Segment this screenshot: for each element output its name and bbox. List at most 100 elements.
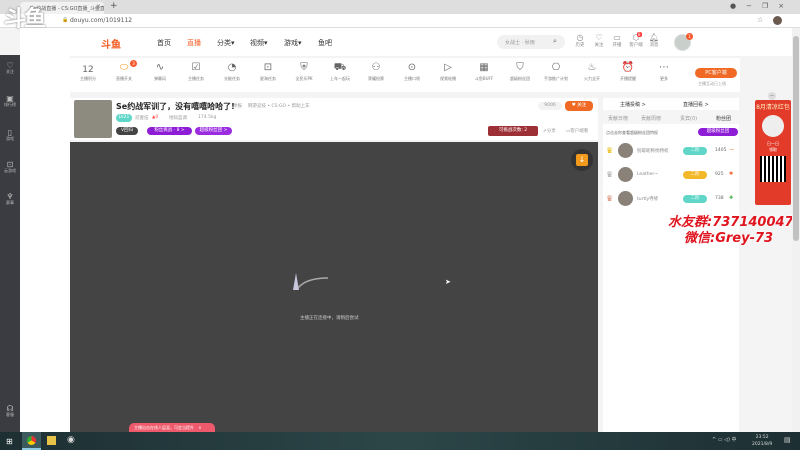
site-logo[interactable]: 斗鱼 xyxy=(101,36,121,51)
sidebar-item-cloud-games[interactable]: ⊡ 云游戏 xyxy=(0,161,20,174)
guild-name: 地狱蓝调 xyxy=(169,116,187,121)
video-player[interactable] xyxy=(70,142,598,432)
trend-icon: ✱ xyxy=(729,171,734,177)
sidebar-label: 客服 xyxy=(6,412,14,417)
fan-name: turtly寺修 xyxy=(637,197,659,202)
follower-count: 9006 xyxy=(538,102,562,110)
client-watch-button[interactable]: ▭客户端看 xyxy=(566,128,588,134)
page-scrollbar[interactable] xyxy=(792,28,800,432)
start-live-button[interactable]: ▭ 开播 xyxy=(607,34,627,50)
toolbar-item[interactable]: ⊡ 星海任务 xyxy=(251,62,285,82)
anchor-posts-tab[interactable]: 主播投稿 > xyxy=(620,101,646,108)
toolbar-item[interactable]: ∿ 弹幕风 xyxy=(143,62,177,82)
taskbar xyxy=(0,432,800,450)
toolbar-item[interactable]: ⚇ 荣耀抢票 xyxy=(359,62,393,82)
anchor-avatar[interactable] xyxy=(74,100,112,138)
tab-weekly[interactable]: 贡献周榜 xyxy=(641,115,661,122)
windows-start-icon[interactable]: ⊞ xyxy=(6,437,13,446)
toolbar-item[interactable]: ▦ 斗鱼BUFF xyxy=(467,62,501,82)
sidebar-item-events[interactable]: ♆ 赛事 xyxy=(0,193,20,206)
history-button[interactable]: ◷ 历史 xyxy=(570,34,590,50)
tab-vip[interactable]: 贵宾(0) xyxy=(680,115,697,122)
taskbar-app-icon[interactable] xyxy=(47,436,56,445)
scrollbar-thumb[interactable] xyxy=(793,36,799,241)
obs-icon[interactable]: ◉ xyxy=(67,435,75,445)
follow-label: 关注 xyxy=(577,103,587,108)
fan-avatar xyxy=(618,191,633,206)
client-button[interactable]: ⬡ 客户端 xyxy=(626,34,646,50)
super-fan-button[interactable]: 超级粉丝团 xyxy=(698,128,738,136)
toolbar-item-icon: ⛉ xyxy=(516,62,524,73)
sidebar-item-ranking[interactable]: ▣ 排行榜 xyxy=(0,95,20,108)
crown-icon: ♛ xyxy=(606,146,614,155)
banner-button: 领取 xyxy=(769,147,777,152)
tab-close-icon[interactable]: × xyxy=(96,3,101,10)
sidebar-item-games[interactable]: ▯ 游戏 xyxy=(0,129,20,142)
nav-category[interactable]: 分类▾ xyxy=(217,38,235,48)
pc-client-button[interactable]: PC客户端 xyxy=(695,68,737,78)
follow-button[interactable]: ♥ 关注 xyxy=(565,101,593,111)
toolbar-item[interactable]: ⎔ 手游推广计划 xyxy=(539,62,573,82)
star-icon[interactable]: ☆ xyxy=(757,16,763,24)
download-button[interactable]: ↓ xyxy=(571,149,593,171)
toolbar-label: 上车一起玩 xyxy=(330,76,350,81)
promo-banner[interactable]: 8月清凉红包 日一日 领取 xyxy=(755,100,791,205)
avatar-badge: 1 xyxy=(686,33,693,40)
tab-fan-club[interactable]: 粉丝团 xyxy=(716,115,731,122)
rank-row[interactable]: ♛ Leather~ 二阶 925 ✱ xyxy=(605,166,735,186)
replay-tab[interactable]: 直播回看 > xyxy=(683,101,709,108)
crown-icon: ♛ xyxy=(606,194,614,203)
nav-video[interactable]: 视频▾ xyxy=(250,38,268,48)
chrome-icon xyxy=(27,436,36,445)
toolbar-score[interactable]: 12 主播积分 xyxy=(71,62,105,82)
nav-yuba[interactable]: 鱼吧 xyxy=(318,38,332,48)
notification-icon[interactable]: ▤ xyxy=(784,436,791,444)
room-category[interactable]: 网游竞技 • CS:GO • 帮助上车 xyxy=(248,103,310,109)
profile-icon[interactable] xyxy=(773,16,782,25)
toolbar-item[interactable]: ⛨ 全民乐PK xyxy=(287,62,321,82)
toolbar-item[interactable]: ☑ 主播任务 xyxy=(179,62,213,82)
toolbar-label: 超级粉丝团 xyxy=(510,76,530,81)
fan-avatar xyxy=(618,143,633,158)
search-icon[interactable]: ⌕ xyxy=(553,37,557,46)
window-controls[interactable]: ●−❐× xyxy=(730,2,794,10)
nav-home[interactable]: 首页 xyxy=(157,38,171,48)
toolbar-item[interactable]: ▷ 视频轮播 xyxy=(431,62,465,82)
url-input[interactable]: douyu.com/1019112 xyxy=(70,17,132,24)
share-button[interactable]: ⇗分享 xyxy=(543,128,556,134)
new-tab-button[interactable]: + xyxy=(110,1,118,11)
super-fan-badge[interactable]: 超级粉丝团 > xyxy=(195,127,232,135)
trend-icon: ✚ xyxy=(729,195,734,201)
clock[interactable]: 23:52 2021/8/9 xyxy=(752,434,772,448)
report-link[interactable]: 举报 xyxy=(233,103,242,109)
toast-text: 主播出击在线人层混，可会当提升 xyxy=(134,425,194,430)
fan-challenge-badge[interactable]: 粉丝挑战 · 8 > xyxy=(147,127,192,135)
vip-badge[interactable]: V回归 xyxy=(116,127,138,135)
challenge-count[interactable]: 可挑战次数: 2 xyxy=(488,126,538,136)
nav-live[interactable]: 直播 xyxy=(187,38,201,48)
toolbar-item-icon: ⊡ xyxy=(263,62,273,73)
group-number: 水友群:737140047 xyxy=(668,215,794,230)
taskbar-chrome[interactable] xyxy=(22,432,41,450)
follow-button[interactable]: ♡ 关注 xyxy=(589,34,609,50)
toolbar-item[interactable]: ⛉ 超级粉丝团 xyxy=(503,62,537,82)
messages-button[interactable]: 🔔︎ 消息 xyxy=(644,34,664,50)
toolbar-item[interactable]: ♨ 火力全开 xyxy=(575,62,609,82)
toolbar-item[interactable]: ⏰ 开播提醒 xyxy=(611,62,645,82)
nav-games[interactable]: 游戏▾ xyxy=(284,38,302,48)
rank-row[interactable]: ♛ turtly寺修 二阶 738 ✚ xyxy=(605,190,735,210)
toolbar-label: 全民乐PK xyxy=(295,76,313,81)
tab-daily[interactable]: 贡献日榜 xyxy=(608,115,628,122)
pc-client-subtitle: 主播互动已上线 xyxy=(698,81,726,86)
toolbar-item[interactable]: ◔ 光能任务 xyxy=(215,62,249,82)
toolbar-item[interactable]: ⊙ 主播口袋 xyxy=(395,62,429,82)
toast-close-icon[interactable]: × xyxy=(198,425,201,430)
toolbar-item[interactable]: ⛟ 上车一起玩 xyxy=(323,62,357,82)
sidebar-item-service[interactable]: ☊ 客服 xyxy=(0,405,20,418)
sidebar-label: 云游戏 xyxy=(4,168,16,173)
toolbar-item[interactable]: ⋯ 更多 xyxy=(647,62,681,82)
system-tray-icons[interactable]: ^ ▭ ◁) 中 xyxy=(712,436,736,443)
banner-close-icon[interactable]: − xyxy=(768,92,776,100)
sidebar-item-follow[interactable]: ♡ 关注 xyxy=(0,62,20,75)
rank-row[interactable]: ♛ 别取昵称找特权 二阶 1405 — xyxy=(605,142,735,162)
